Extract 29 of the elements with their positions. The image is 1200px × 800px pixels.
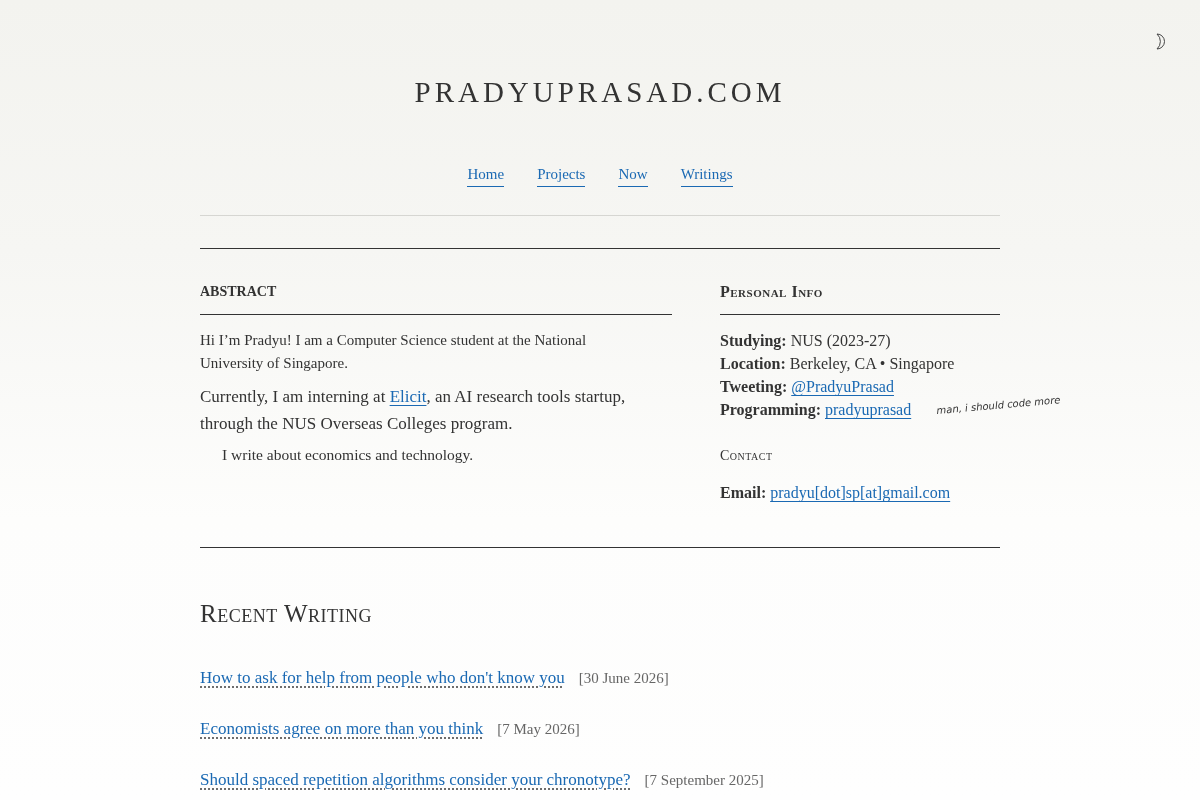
profile-link[interactable]: pradyu[dot]sp[at]gmail.com xyxy=(770,484,951,501)
intro-paragraph: Hi I’m Pradyu! I am a Computer Science student at the National University of Singapore. xyxy=(200,331,588,373)
internship-paragraph: Currently, I am interning at Elicit, an AI research tools startup, through the NUS Overseas Colleges program. xyxy=(200,386,627,435)
nav-link[interactable]: Now xyxy=(618,165,648,187)
nav-link[interactable]: Projects xyxy=(537,165,586,187)
site-title: PRADYUPRASAD.COM xyxy=(414,75,786,109)
profile-link[interactable]: @PradyuPrasad xyxy=(791,378,894,395)
info-row-text: Tweeting: @PradyuPrasad xyxy=(720,377,895,398)
section-heading: Personal Info xyxy=(720,283,824,301)
post-link[interactable]: How to ask for help from people who don't know you xyxy=(200,668,565,688)
nav-link[interactable]: Writings xyxy=(680,165,733,187)
post-date: [7 September 2025] xyxy=(644,771,764,789)
section-heading: ABSTRACT xyxy=(200,283,278,301)
nav-link[interactable]: Home xyxy=(467,165,505,187)
company-link[interactable]: Elicit xyxy=(389,387,427,406)
info-row-text: Studying: NUS (2023-27) xyxy=(720,331,892,352)
post-link[interactable]: Economists agree on more than you think xyxy=(200,719,484,739)
section-heading: Recent Writing xyxy=(200,600,374,628)
section-heading: Contact xyxy=(720,447,774,465)
info-row-text: Email: pradyu[dot]sp[at]gmail.com xyxy=(720,483,952,504)
info-row-text: Location: Berkeley, CA • Singapore xyxy=(720,354,956,375)
profile-link[interactable]: pradyuprasad xyxy=(825,401,912,418)
post-link[interactable]: Should spaced repetition algorithms consider your chronotype? xyxy=(200,770,631,790)
info-row-text: Programming: pradyuprasad xyxy=(720,400,912,421)
post-date: [30 June 2026] xyxy=(578,669,669,687)
topics-paragraph: I write about economics and technology. xyxy=(222,445,475,465)
post-date: [7 May 2026] xyxy=(497,720,580,738)
moon-icon[interactable] xyxy=(1154,33,1166,50)
handwritten-note: man, i should code more xyxy=(936,394,1061,416)
